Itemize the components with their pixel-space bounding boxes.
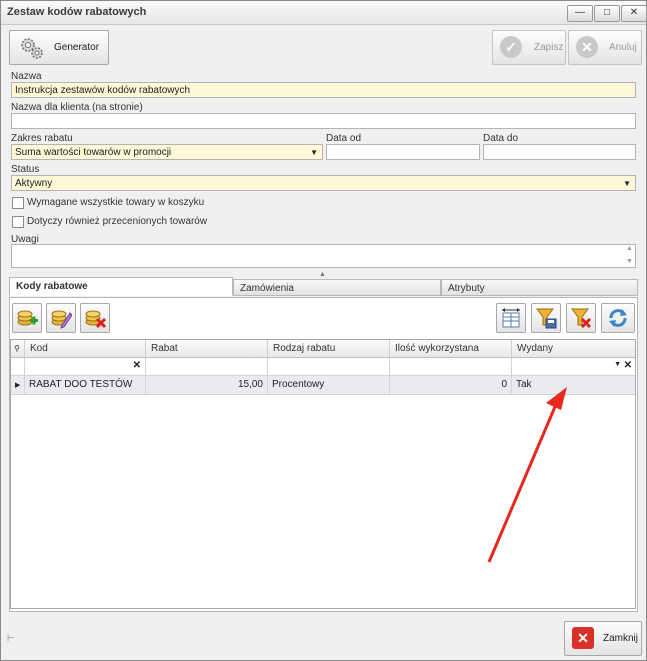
bottom-bar: ⊢ ✕ Zamknij	[1, 613, 646, 660]
annotation-arrow	[487, 387, 567, 563]
close-x-icon: ✕	[572, 627, 594, 649]
close-label: Zamknij	[603, 633, 639, 644]
dialog-window: Zestaw kodów rabatowych — □ ✕ Generator …	[0, 0, 647, 661]
close-button[interactable]: ✕ Zamknij	[564, 621, 642, 656]
resize-grip-icon[interactable]: ⊢	[7, 633, 15, 644]
